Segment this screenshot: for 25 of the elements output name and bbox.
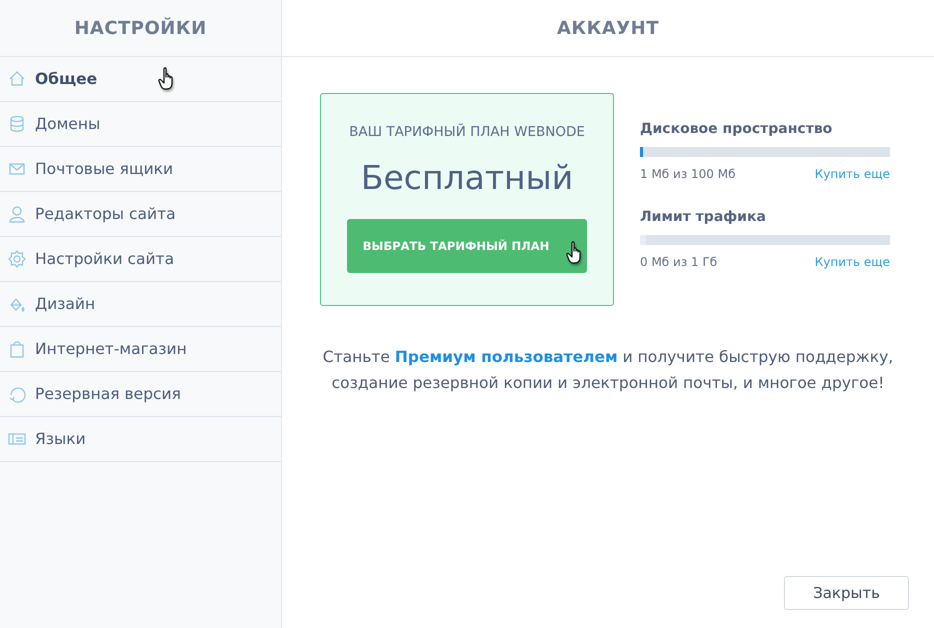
sidebar-item[interactable]: Резервная версия <box>0 372 281 417</box>
database-icon <box>8 115 26 133</box>
user-icon <box>8 205 26 223</box>
sidebar-item[interactable]: Общее <box>0 57 281 102</box>
gear-icon <box>8 250 26 268</box>
plan-name: Бесплатный <box>360 158 574 197</box>
sidebar-item[interactable]: Языки <box>0 417 281 462</box>
plan-caption: ВАШ ТАРИФНЫЙ ПЛАН WEBNODE <box>349 124 585 140</box>
sidebar-item[interactable]: Домены <box>0 102 281 147</box>
panel-title: АККАУНТ <box>556 18 659 38</box>
sidebar-item[interactable]: Почтовые ящики <box>0 147 281 192</box>
meter-title: Дисковое пространство <box>640 121 834 137</box>
usage-reading: 0 Мб из 1 Гб <box>640 255 718 269</box>
sidebar-item[interactable]: Настройки сайта <box>0 237 281 282</box>
meter-title: Лимит трафика <box>640 209 767 225</box>
sidebar-item[interactable]: Интернет-магазин <box>0 327 281 372</box>
usage-reading: 1 Мб из 100 Мб <box>640 167 736 181</box>
promo-text: Станьте Премиум пользователем и получите быструю поддержку, создание резервной копии и электронной почты, и многое другое! <box>322 347 894 394</box>
sidebar-item[interactable]: Дизайн <box>0 282 281 327</box>
circular-arrow-icon <box>8 385 26 403</box>
sidebar-title: НАСТРОЙКИ <box>74 18 207 38</box>
home-icon <box>8 70 26 88</box>
close-button[interactable]: Закрыть <box>784 576 909 610</box>
shopping-bag-icon <box>8 340 26 358</box>
sidebar-item[interactable]: Редакторы сайта <box>0 192 281 237</box>
